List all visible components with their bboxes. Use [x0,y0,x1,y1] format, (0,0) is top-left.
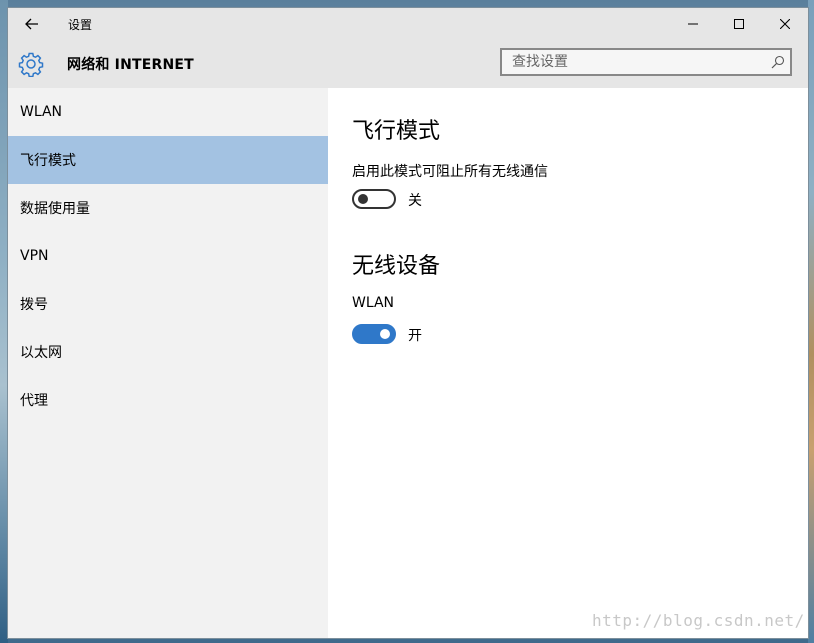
back-button[interactable] [20,12,44,36]
search-input[interactable] [502,50,762,74]
sidebar-item-label: 数据使用量 [20,201,90,217]
title-bar: 设置 [8,8,808,40]
maximize-button[interactable] [716,8,762,40]
wlan-device-label: WLAN [352,295,395,311]
wlan-toggle-state: 开 [408,328,422,344]
sidebar-item-label: VPN [20,248,49,264]
arrow-left-icon [25,18,38,30]
watermark-text: http://blog.csdn.net/ [592,611,805,630]
minimize-icon [688,23,698,25]
sidebar: WLAN 飞行模式 数据使用量 VPN 拨号 以太网 代理 [8,88,328,638]
close-button[interactable] [762,8,808,40]
sidebar-item-dialup[interactable]: 拨号 [8,280,328,328]
airplane-mode-description: 启用此模式可阻止所有无线通信 [352,164,548,180]
sidebar-item-wlan[interactable]: WLAN [8,88,328,136]
maximize-icon [734,19,744,29]
sidebar-item-label: 代理 [20,393,48,409]
airplane-mode-toggle[interactable] [352,189,396,209]
toggle-knob [380,329,390,339]
sidebar-item-label: 拨号 [20,297,48,313]
section-title-wireless-devices: 无线设备 [352,254,441,279]
desktop-background-right [808,0,814,643]
gear-icon [18,52,44,77]
minimize-button[interactable] [670,8,716,40]
window-title: 设置 [68,18,93,32]
section-title-airplane-mode: 飞行模式 [352,119,441,144]
search-icon[interactable] [771,55,785,69]
sidebar-item-label: 以太网 [20,345,62,361]
sidebar-item-airplane-mode[interactable]: 飞行模式 [8,136,328,184]
close-icon [780,19,790,29]
desktop-background-left [0,0,8,643]
wlan-toggle[interactable] [352,324,396,344]
sidebar-item-data-usage[interactable]: 数据使用量 [8,184,328,232]
settings-window: 设置 网络和 INTERNET WLAN [8,8,808,638]
sidebar-item-ethernet[interactable]: 以太网 [8,328,328,376]
sidebar-item-proxy[interactable]: 代理 [8,376,328,424]
airplane-mode-toggle-state: 关 [408,193,422,209]
search-box[interactable] [500,48,792,76]
main-content: 飞行模式 启用此模式可阻止所有无线通信 关 无线设备 WLAN 开 [328,88,808,638]
sidebar-item-vpn[interactable]: VPN [8,232,328,280]
page-title: 网络和 INTERNET [67,57,194,73]
page-header: 网络和 INTERNET [8,40,808,88]
toggle-knob [358,194,368,204]
sidebar-item-label: 飞行模式 [20,153,76,169]
sidebar-item-label: WLAN [20,104,63,120]
